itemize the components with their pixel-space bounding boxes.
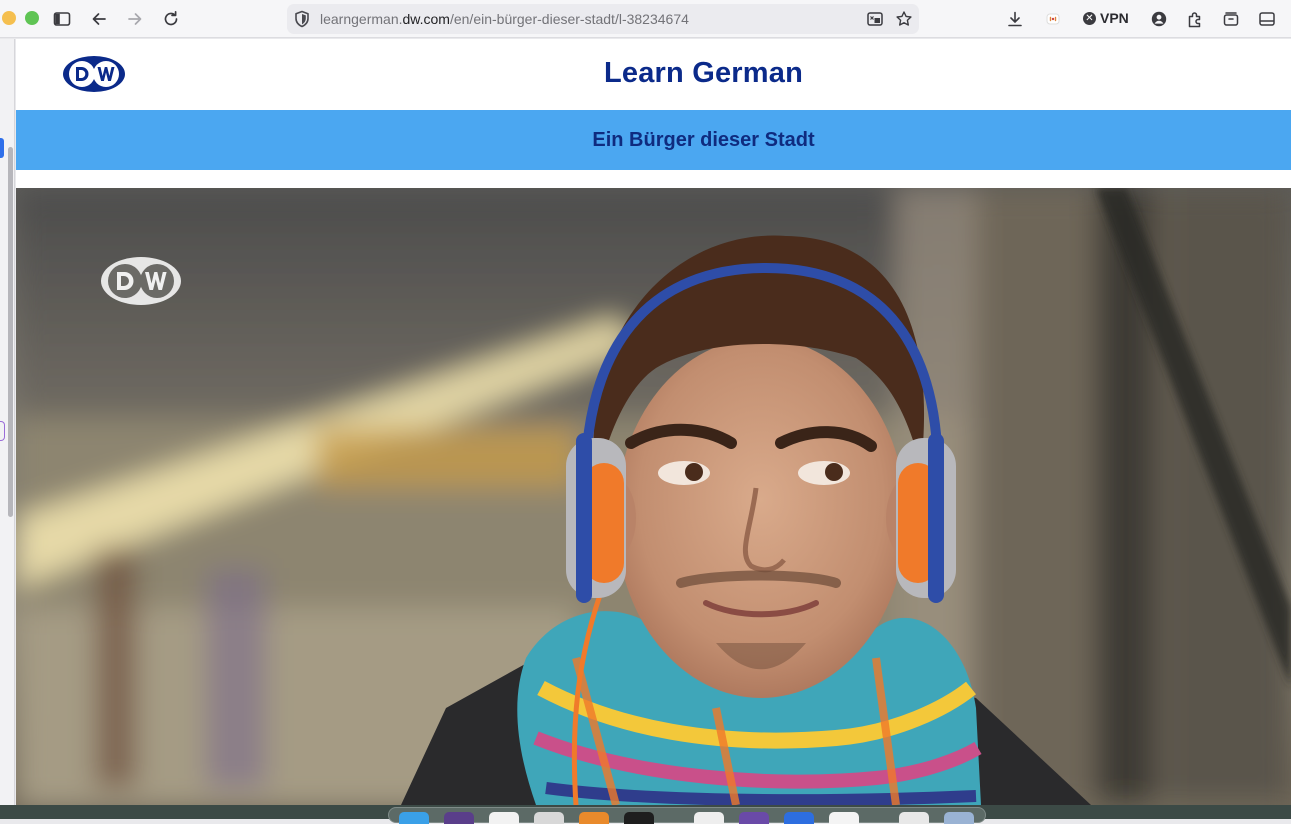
- lesson-video[interactable]: DW: [16, 188, 1291, 805]
- close-icon: ✕: [1083, 11, 1096, 25]
- account-icon[interactable]: [1147, 7, 1171, 31]
- sidebar-scrollbar[interactable]: [8, 147, 13, 517]
- dock: [388, 807, 986, 824]
- url-prefix: learngerman.: [320, 11, 403, 27]
- watermark-text: DW: [99, 255, 101, 256]
- vpn-button[interactable]: ✕ VPN: [1083, 10, 1129, 26]
- dock-app[interactable]: [489, 812, 519, 824]
- active-tab-indicator[interactable]: [0, 138, 4, 158]
- reader-view-icon[interactable]: [866, 10, 884, 28]
- dock-app-trash[interactable]: [944, 812, 974, 824]
- arrow-right-icon[interactable]: [123, 7, 147, 31]
- lesson-title-bar: Ein Bürger dieser Stadt: [16, 110, 1291, 170]
- url-text[interactable]: learngerman.dw.com/en/ein-bürger-dieser-…: [320, 11, 689, 27]
- zoom-window-button[interactable]: [25, 11, 39, 25]
- sidebar-tab-marker[interactable]: [0, 421, 5, 441]
- dock-app[interactable]: [579, 812, 609, 824]
- arrow-left-icon[interactable]: [87, 7, 111, 31]
- extension-badge-icon[interactable]: [1041, 7, 1065, 31]
- dock-app[interactable]: [694, 812, 724, 824]
- sidebar-icon[interactable]: [50, 7, 74, 31]
- address-bar[interactable]: learngerman.dw.com/en/ein-bürger-dieser-…: [287, 4, 919, 34]
- dw-logo-text: DW: [62, 55, 64, 56]
- url-host: dw.com: [402, 11, 450, 27]
- puzzle-icon[interactable]: [1183, 7, 1207, 31]
- url-path: /en/ein-bürger-dieser-stadt/l-38234674: [449, 11, 689, 27]
- vpn-label: VPN: [1100, 10, 1129, 26]
- dock-app[interactable]: [739, 812, 769, 824]
- browser-toolbar: learngerman.dw.com/en/ein-bürger-dieser-…: [0, 0, 1291, 38]
- shield-icon[interactable]: [292, 9, 312, 29]
- reload-icon[interactable]: [159, 7, 183, 31]
- site-title[interactable]: Learn German: [16, 57, 1291, 90]
- web-page: DW Learn German Ein Bürger dieser Stadt: [16, 39, 1291, 805]
- dw-watermark-logo: DW: [99, 255, 181, 305]
- dock-app[interactable]: [624, 812, 654, 824]
- panel-icon[interactable]: [1255, 7, 1279, 31]
- video-frame: [16, 188, 1291, 805]
- dock-app-finder[interactable]: [399, 812, 429, 824]
- site-header: DW Learn German: [16, 39, 1291, 110]
- dock-app[interactable]: [784, 812, 814, 824]
- dock-app[interactable]: [444, 812, 474, 824]
- dock-app[interactable]: [899, 812, 929, 824]
- lesson-title: Ein Bürger dieser Stadt: [592, 129, 815, 151]
- container-icon[interactable]: [1219, 7, 1243, 31]
- dock-app[interactable]: [829, 812, 859, 824]
- download-icon[interactable]: [1003, 7, 1027, 31]
- sidebar-strip: [0, 39, 15, 805]
- dock-app[interactable]: [534, 812, 564, 824]
- star-icon[interactable]: [895, 10, 913, 28]
- minimize-window-button[interactable]: [2, 11, 16, 25]
